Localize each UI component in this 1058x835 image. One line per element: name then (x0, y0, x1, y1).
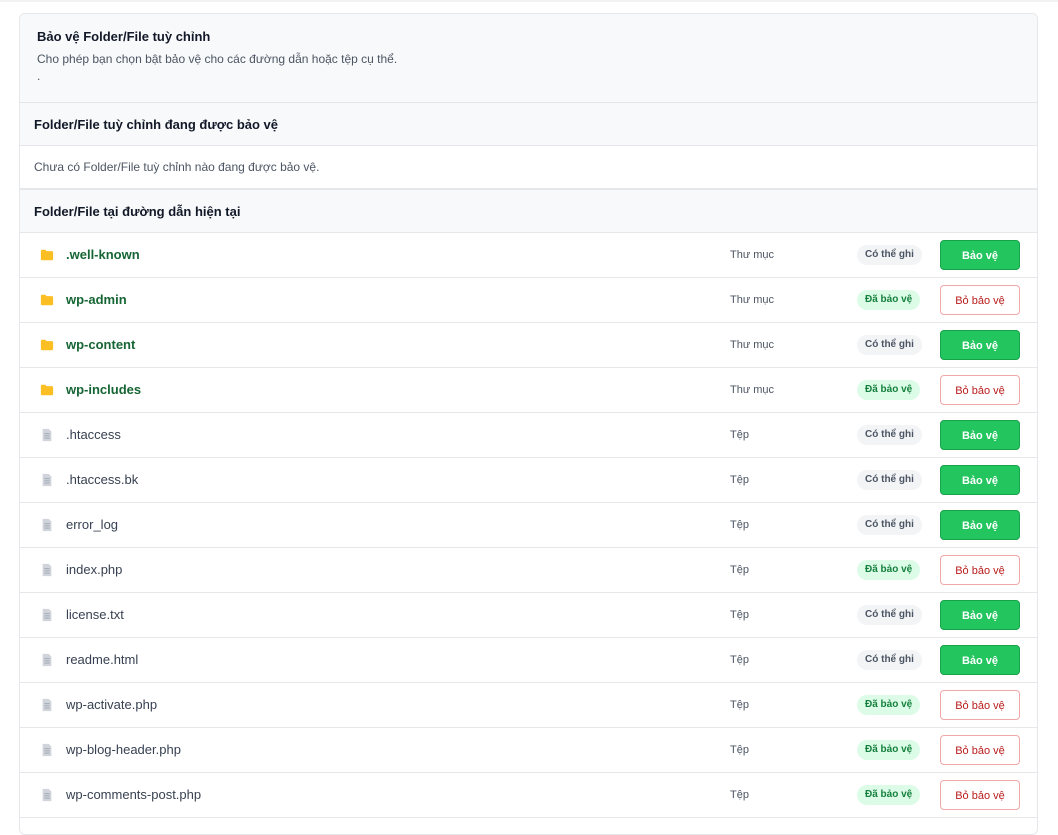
custom-protected-heading: Folder/File tuỳ chỉnh đang được bảo vệ (20, 103, 1037, 146)
file-name: wp-blog-header.php (66, 742, 181, 757)
status-badge: Có thể ghi (857, 245, 922, 265)
file-name: wp-activate.php (66, 697, 158, 712)
protect-button[interactable]: Bảo vệ (940, 330, 1020, 360)
file-row: error_log Tệp Có thể ghi Bảo vệ (20, 503, 1037, 548)
status-badge: Có thể ghi (857, 425, 922, 445)
current-path-heading: Folder/File tại đường dẫn hiện tại (20, 190, 1037, 233)
item-type: Thư mục (730, 339, 775, 351)
status-badge: Đã bảo vệ (857, 560, 921, 580)
status-badge: Có thể ghi (857, 515, 922, 535)
status-badge: Có thể ghi (857, 605, 922, 625)
file-list: .well-known Thư mục Có thể ghi Bảo vệ wp-adm… (20, 233, 1037, 818)
folder-icon (40, 338, 54, 352)
file-icon (40, 518, 54, 532)
folder-name-link[interactable]: wp-content (66, 323, 135, 367)
unprotect-button[interactable]: Bỏ bảo vệ (940, 285, 1020, 315)
protect-button[interactable]: Bảo vệ (940, 420, 1020, 450)
status-badge: Đã bảo vệ (857, 695, 921, 715)
item-type: Tệp (730, 474, 749, 486)
custom-protected-empty-text: Chưa có Folder/File tuỳ chỉnh nào đang đ… (20, 146, 1037, 190)
file-name: wp-comments-post.php (66, 787, 202, 802)
file-icon (40, 743, 54, 757)
file-name: .htaccess (66, 427, 121, 442)
file-name: license.txt (66, 607, 124, 622)
folder-name-link[interactable]: wp-admin (66, 278, 127, 322)
item-type: Tệp (730, 789, 749, 801)
file-name: readme.html (66, 652, 139, 667)
file-name: error_log (66, 517, 119, 532)
file-name: .htaccess.bk (66, 472, 139, 487)
status-badge: Có thể ghi (857, 470, 922, 490)
item-type: Tệp (730, 429, 749, 441)
item-type: Tệp (730, 699, 749, 711)
file-row: wp-activate.php Tệp Đã bảo vệ Bỏ bảo vệ (20, 683, 1037, 728)
protect-button[interactable]: Bảo vệ (940, 600, 1020, 630)
file-row: readme.html Tệp Có thể ghi Bảo vệ (20, 638, 1037, 683)
folder-icon (40, 248, 54, 262)
status-badge: Đã bảo vệ (857, 740, 921, 760)
file-row: index.php Tệp Đã bảo vệ Bỏ bảo vệ (20, 548, 1037, 593)
file-icon (40, 608, 54, 622)
file-row: license.txt Tệp Có thể ghi Bảo vệ (20, 593, 1037, 638)
item-type: Thư mục (730, 384, 775, 396)
card-header: Bảo vệ Folder/File tuỳ chỉnh Cho phép bạ… (20, 14, 1037, 103)
file-row: wp-admin Thư mục Đã bảo vệ Bỏ bảo vệ (20, 278, 1037, 323)
file-name: index.php (66, 562, 123, 577)
status-badge: Có thể ghi (857, 335, 922, 355)
unprotect-button[interactable]: Bỏ bảo vệ (940, 780, 1020, 810)
folder-name-link[interactable]: wp-includes (66, 368, 141, 412)
unprotect-button[interactable]: Bỏ bảo vệ (940, 555, 1020, 585)
status-badge: Đã bảo vệ (857, 290, 921, 310)
item-type: Tệp (730, 564, 749, 576)
protect-button[interactable]: Bảo vệ (940, 465, 1020, 495)
protection-card: Bảo vệ Folder/File tuỳ chỉnh Cho phép bạ… (19, 13, 1038, 835)
status-badge: Có thể ghi (857, 650, 922, 670)
status-badge: Đã bảo vệ (857, 785, 921, 805)
folder-name-link[interactable]: .well-known (66, 233, 140, 277)
item-type: Thư mục (730, 294, 775, 306)
file-row: wp-blog-header.php Tệp Đã bảo vệ Bỏ bảo vệ (20, 728, 1037, 773)
item-type: Tệp (730, 519, 749, 531)
unprotect-button[interactable]: Bỏ bảo vệ (940, 690, 1020, 720)
folder-icon (40, 293, 54, 307)
protect-button[interactable]: Bảo vệ (940, 645, 1020, 675)
unprotect-button[interactable]: Bỏ bảo vệ (940, 735, 1020, 765)
file-row: .htaccess.bk Tệp Có thể ghi Bảo vệ (20, 458, 1037, 503)
folder-icon (40, 383, 54, 397)
card-title: Bảo vệ Folder/File tuỳ chỉnh (37, 29, 211, 44)
item-type: Tệp (730, 609, 749, 621)
file-row: wp-includes Thư mục Đã bảo vệ Bỏ bảo vệ (20, 368, 1037, 413)
item-type: Thư mục (730, 249, 775, 261)
file-icon (40, 788, 54, 802)
file-icon (40, 473, 54, 487)
file-icon (40, 563, 54, 577)
top-divider (0, 0, 1058, 2)
file-icon (40, 698, 54, 712)
status-badge: Đã bảo vệ (857, 380, 921, 400)
file-icon (40, 428, 54, 442)
file-row: wp-comments-post.php Tệp Đã bảo vệ Bỏ bảo v… (20, 773, 1037, 818)
card-description-dot: . (37, 69, 41, 83)
file-icon (40, 653, 54, 667)
file-row: .well-known Thư mục Có thể ghi Bảo vệ (20, 233, 1037, 278)
item-type: Tệp (730, 654, 749, 666)
card-description: Cho phép bạn chọn bật bảo vệ cho các đườ… (37, 52, 398, 66)
item-type: Tệp (730, 744, 749, 756)
protect-button[interactable]: Bảo vệ (940, 510, 1020, 540)
file-row: wp-content Thư mục Có thể ghi Bảo vệ (20, 323, 1037, 368)
protect-button[interactable]: Bảo vệ (940, 240, 1020, 270)
unprotect-button[interactable]: Bỏ bảo vệ (940, 375, 1020, 405)
file-row: .htaccess Tệp Có thể ghi Bảo vệ (20, 413, 1037, 458)
